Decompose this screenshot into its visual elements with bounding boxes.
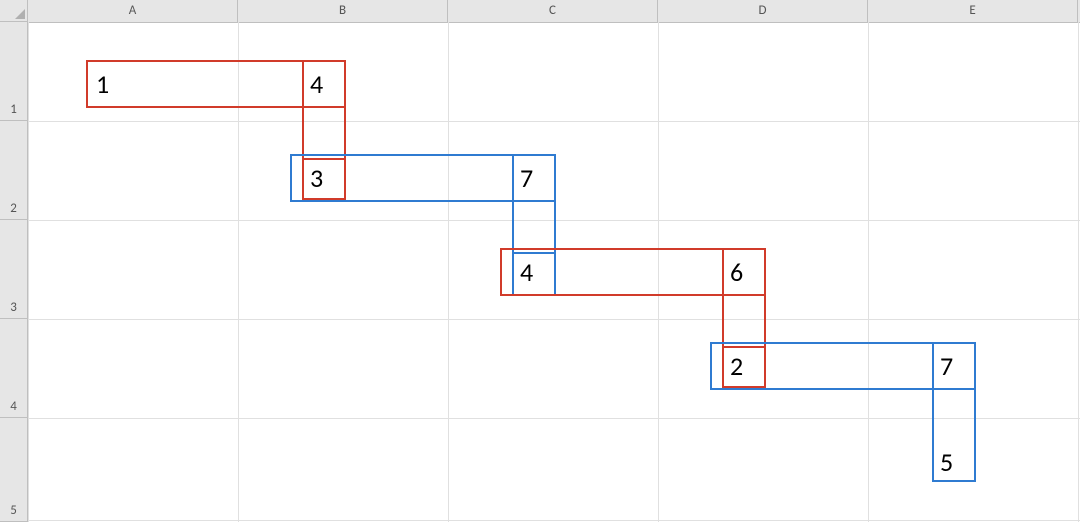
col-header-B[interactable]: B (238, 0, 448, 22)
link-2-3 (512, 200, 556, 254)
rect-row3-div (722, 248, 766, 296)
col-header-A[interactable]: A (28, 0, 238, 22)
rect-row5[interactable] (932, 388, 976, 482)
link-1-2 (302, 106, 346, 160)
gridline-h (28, 319, 1080, 320)
row-header-2[interactable]: 2 (0, 121, 28, 220)
col-header-E[interactable]: E (868, 0, 1078, 22)
gridline-h (28, 418, 1080, 419)
gridline-h (28, 520, 1080, 521)
inner-blue-4 (512, 252, 556, 294)
val-r1-left: 1 (96, 68, 109, 100)
select-all-triangle-icon (15, 9, 25, 19)
val-r2-right: 7 (520, 162, 533, 194)
col-header-C[interactable]: C (448, 0, 658, 22)
gridline-v (868, 22, 869, 522)
val-r1-right: 4 (310, 68, 323, 100)
rect-row2-div (512, 154, 556, 202)
row-header-1[interactable]: 1 (0, 22, 28, 121)
col-header-D[interactable]: D (658, 0, 868, 22)
inner-red-2 (722, 346, 766, 388)
val-r3-left: 4 (520, 256, 533, 288)
val-r2-left: 3 (310, 162, 323, 194)
gridline-v (28, 22, 29, 522)
val-r4-right: 7 (940, 350, 953, 382)
row-header-3[interactable]: 3 (0, 220, 28, 319)
val-r5: 5 (940, 446, 953, 478)
row-header-5[interactable]: 5 (0, 418, 28, 522)
row-header-4[interactable]: 4 (0, 319, 28, 418)
select-all-corner[interactable] (0, 0, 28, 22)
gridline-h (28, 121, 1080, 122)
val-r3-right: 6 (730, 256, 743, 288)
rect-row4-div (932, 342, 976, 390)
rect-row1-div (302, 60, 346, 108)
gridline-v (1078, 22, 1079, 522)
gridline-v (448, 22, 449, 522)
link-3-4 (722, 294, 766, 348)
inner-red-3 (302, 158, 346, 200)
val-r4-left: 2 (730, 350, 743, 382)
